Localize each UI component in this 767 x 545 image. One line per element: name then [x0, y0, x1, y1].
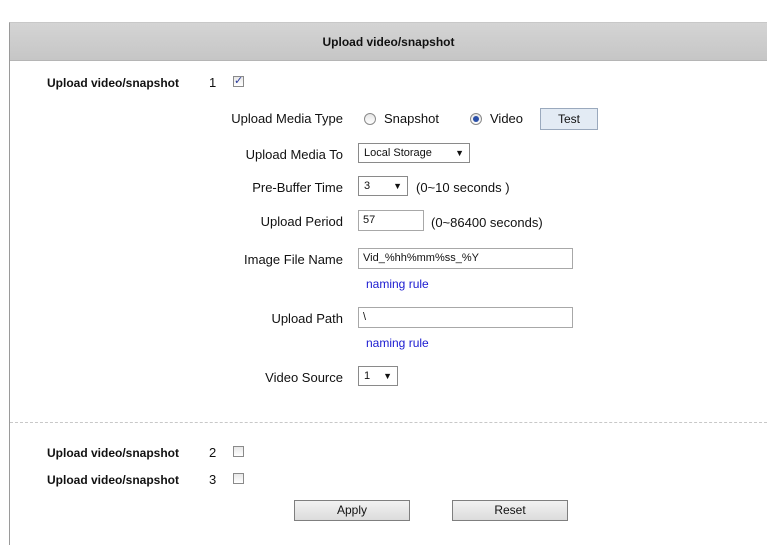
- period-hint: (0~86400 seconds): [431, 215, 543, 230]
- path-input[interactable]: \: [358, 307, 573, 328]
- naming-rule-link-filename[interactable]: naming rule: [366, 277, 429, 291]
- group1-checkbox[interactable]: ✓: [233, 75, 244, 87]
- group1-label: Upload video/snapshot: [47, 76, 180, 90]
- media-to-label: Upload Media To: [245, 147, 343, 162]
- test-button[interactable]: Test: [540, 108, 598, 130]
- source-label: Video Source: [265, 370, 343, 385]
- section-divider: [10, 422, 767, 423]
- radio-snapshot[interactable]: [364, 113, 376, 125]
- radio-video-label: Video: [490, 111, 524, 126]
- media-to-value: Local Storage: [364, 147, 432, 159]
- prebuffer-value: 3: [364, 180, 371, 192]
- prebuffer-select[interactable]: 3 ▼: [358, 176, 408, 196]
- source-value: 1: [364, 370, 371, 382]
- dropdown-arrow-icon: ▼: [383, 371, 392, 381]
- group3-index: 3: [209, 472, 217, 487]
- period-input[interactable]: 57: [358, 210, 424, 231]
- group3-label: Upload video/snapshot: [47, 473, 180, 487]
- reset-button[interactable]: Reset: [452, 500, 568, 521]
- prebuffer-label: Pre-Buffer Time: [252, 180, 343, 195]
- group3-checkbox[interactable]: [233, 473, 244, 484]
- source-select[interactable]: 1 ▼: [358, 366, 398, 386]
- radio-selected-dot: [473, 116, 479, 122]
- radio-snapshot-label: Snapshot: [384, 111, 439, 126]
- group2-label: Upload video/snapshot: [47, 446, 180, 460]
- dropdown-arrow-icon: ▼: [393, 181, 402, 191]
- group2-index: 2: [209, 445, 217, 460]
- period-label: Upload Period: [260, 214, 343, 229]
- page-title: Upload video/snapshot: [10, 23, 767, 61]
- dropdown-arrow-icon: ▼: [455, 148, 464, 158]
- group1-index: 1: [209, 75, 217, 90]
- media-type-label: Upload Media Type: [231, 111, 343, 126]
- path-label: Upload Path: [271, 311, 343, 326]
- naming-rule-link-path[interactable]: naming rule: [366, 336, 429, 350]
- filename-input[interactable]: Vid_%hh%mm%ss_%Y: [358, 248, 573, 269]
- group2-checkbox[interactable]: [233, 446, 244, 457]
- check-icon: ✓: [234, 75, 244, 87]
- radio-video[interactable]: [470, 113, 482, 125]
- apply-button[interactable]: Apply: [294, 500, 410, 521]
- filename-label: Image File Name: [244, 252, 343, 267]
- prebuffer-hint: (0~10 seconds ): [416, 180, 510, 195]
- media-to-select[interactable]: Local Storage ▼: [358, 143, 470, 163]
